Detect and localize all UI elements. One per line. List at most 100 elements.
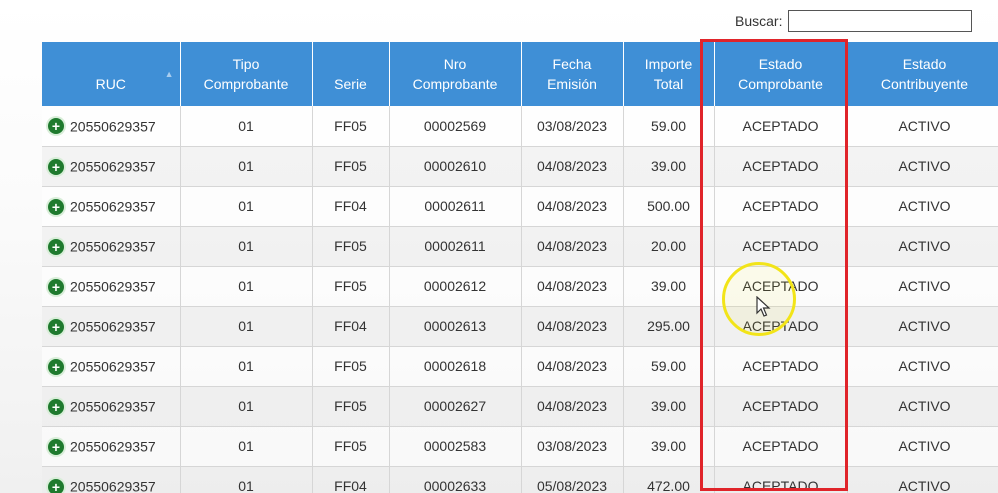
header-label: Contribuyente — [880, 76, 969, 92]
header-label: Comprobante — [738, 76, 823, 92]
cell-tipo: 01 — [180, 306, 313, 347]
table-row[interactable]: +20550629357 01 FF04 00002611 04/08/2023 500.… — [42, 186, 998, 227]
cell-importe: 59.00 — [623, 106, 715, 147]
cell-tipo: 01 — [180, 346, 313, 387]
cell-tipo: 01 — [180, 466, 313, 493]
plus-circle-icon[interactable]: + — [48, 398, 64, 415]
plus-circle-icon[interactable]: + — [48, 318, 64, 335]
cell-tipo: 01 — [180, 226, 313, 267]
plus-circle-icon[interactable]: + — [48, 118, 64, 135]
plus-circle-icon[interactable]: + — [48, 478, 64, 493]
cell-estado-contribuyente: ACTIVO — [847, 146, 998, 187]
table-row[interactable]: +20550629357 01 FF05 00002611 04/08/2023 20.0… — [42, 226, 998, 267]
invoice-table: RUC ▲ Tipo Comprobante Serie Nro Comprob… — [42, 42, 998, 493]
plus-circle-icon[interactable]: + — [48, 158, 64, 175]
header-label: Emisión — [547, 76, 597, 92]
cell-importe: 39.00 — [623, 426, 715, 467]
cell-nro: 00002583 — [389, 426, 522, 467]
cell-importe: 500.00 — [623, 186, 715, 227]
column-header-ruc[interactable]: RUC ▲ — [42, 42, 181, 106]
column-header-estado-comprobante[interactable]: Estado Comprobante — [714, 42, 848, 106]
cell-tipo: 01 — [180, 146, 313, 187]
cell-estado-contribuyente: ACTIVO — [847, 266, 998, 307]
cell-tipo: 01 — [180, 386, 313, 427]
plus-circle-icon[interactable]: + — [48, 358, 64, 375]
cell-tipo: 01 — [180, 426, 313, 467]
cell-nro: 00002611 — [389, 226, 522, 267]
cell-importe: 295.00 — [623, 306, 715, 347]
cell-tipo: 01 — [180, 186, 313, 227]
header-label: Estado — [902, 56, 947, 72]
cell-fecha: 04/08/2023 — [521, 266, 624, 307]
cell-nro: 00002618 — [389, 346, 522, 387]
table-body: +20550629357 01 FF05 00002569 03/08/2023 59.0… — [42, 106, 998, 493]
column-header-nro-comprobante[interactable]: Nro Comprobante — [389, 42, 522, 106]
table-header-row: RUC ▲ Tipo Comprobante Serie Nro Comprob… — [42, 42, 998, 106]
page: Buscar: RUC ▲ Tipo Comprobante Serie Nro… — [0, 0, 998, 493]
cell-ruc: +20550629357 — [42, 346, 181, 387]
cell-ruc: +20550629357 — [42, 226, 181, 267]
header-label: Serie — [334, 76, 367, 92]
cell-importe: 39.00 — [623, 266, 715, 307]
ruc-value: 20550629357 — [70, 358, 156, 375]
plus-circle-icon[interactable]: + — [48, 198, 64, 215]
cell-serie: FF05 — [312, 346, 390, 387]
cell-estado-contribuyente: ACTIVO — [847, 106, 998, 147]
cell-fecha: 04/08/2023 — [521, 346, 624, 387]
cell-estado-comprobante: ACEPTADO — [714, 386, 848, 427]
column-header-serie[interactable]: Serie — [312, 42, 390, 106]
column-header-tipo-comprobante[interactable]: Tipo Comprobante — [180, 42, 313, 106]
cell-serie: FF05 — [312, 266, 390, 307]
cell-importe: 39.00 — [623, 386, 715, 427]
cell-estado-comprobante: ACEPTADO — [714, 426, 848, 467]
cell-tipo: 01 — [180, 106, 313, 147]
column-header-importe-total[interactable]: Importe Total — [623, 42, 715, 106]
cell-nro: 00002611 — [389, 186, 522, 227]
cell-estado-comprobante: ACEPTADO — [714, 306, 848, 347]
cell-importe: 472.00 — [623, 466, 715, 493]
cell-nro: 00002613 — [389, 306, 522, 347]
cell-nro: 00002569 — [389, 106, 522, 147]
ruc-value: 20550629357 — [70, 238, 156, 255]
table-row[interactable]: +20550629357 01 FF05 00002627 04/08/2023 39.0… — [42, 386, 998, 427]
cell-estado-comprobante: ACEPTADO — [714, 146, 848, 187]
table-row[interactable]: +20550629357 01 FF04 00002613 04/08/2023 295.… — [42, 306, 998, 347]
cell-serie: FF05 — [312, 226, 390, 267]
table-row[interactable]: +20550629357 01 FF05 00002569 03/08/2023 59.0… — [42, 106, 998, 147]
plus-circle-icon[interactable]: + — [48, 278, 64, 295]
cell-serie: FF05 — [312, 146, 390, 187]
cell-ruc: +20550629357 — [42, 186, 181, 227]
cell-estado-contribuyente: ACTIVO — [847, 386, 998, 427]
cell-fecha: 04/08/2023 — [521, 186, 624, 227]
search-input[interactable] — [788, 10, 973, 32]
table-row[interactable]: +20550629357 01 FF05 00002618 04/08/2023 59.0… — [42, 346, 998, 387]
column-header-fecha-emision[interactable]: Fecha Emisión — [521, 42, 624, 106]
cell-ruc: +20550629357 — [42, 266, 181, 307]
table-row[interactable]: +20550629357 01 FF05 00002583 03/08/2023 39.0… — [42, 426, 998, 467]
cell-fecha: 04/08/2023 — [521, 306, 624, 347]
cell-nro: 00002633 — [389, 466, 522, 493]
header-label: Comprobante — [203, 76, 289, 92]
header-label: Total — [653, 76, 684, 92]
cell-estado-comprobante: ACEPTADO — [714, 186, 848, 227]
header-label: Tipo — [232, 56, 260, 72]
cell-estado-comprobante: ACEPTADO — [714, 106, 848, 147]
plus-circle-icon[interactable]: + — [48, 438, 64, 455]
cell-tipo: 01 — [180, 266, 313, 307]
cell-serie: FF05 — [312, 426, 390, 467]
cell-estado-comprobante: ACEPTADO — [714, 346, 848, 387]
column-header-estado-contribuyente[interactable]: Estado Contribuyente — [847, 42, 998, 106]
cell-importe: 39.00 — [623, 146, 715, 187]
header-label: RUC — [95, 76, 126, 92]
header-label: Comprobante — [412, 76, 498, 92]
table-row[interactable]: +20550629357 01 FF05 00002612 04/08/2023 39.0… — [42, 266, 998, 307]
ruc-value: 20550629357 — [70, 438, 156, 455]
plus-circle-icon[interactable]: + — [48, 238, 64, 255]
cell-estado-contribuyente: ACTIVO — [847, 186, 998, 227]
ruc-value: 20550629357 — [70, 278, 156, 295]
table-row[interactable]: +20550629357 01 FF05 00002610 04/08/2023 39.0… — [42, 146, 998, 187]
cell-ruc: +20550629357 — [42, 106, 181, 147]
table-row[interactable]: +20550629357 01 FF04 00002633 05/08/2023 472.… — [42, 466, 998, 493]
cell-fecha: 03/08/2023 — [521, 106, 624, 147]
cell-estado-contribuyente: ACTIVO — [847, 306, 998, 347]
